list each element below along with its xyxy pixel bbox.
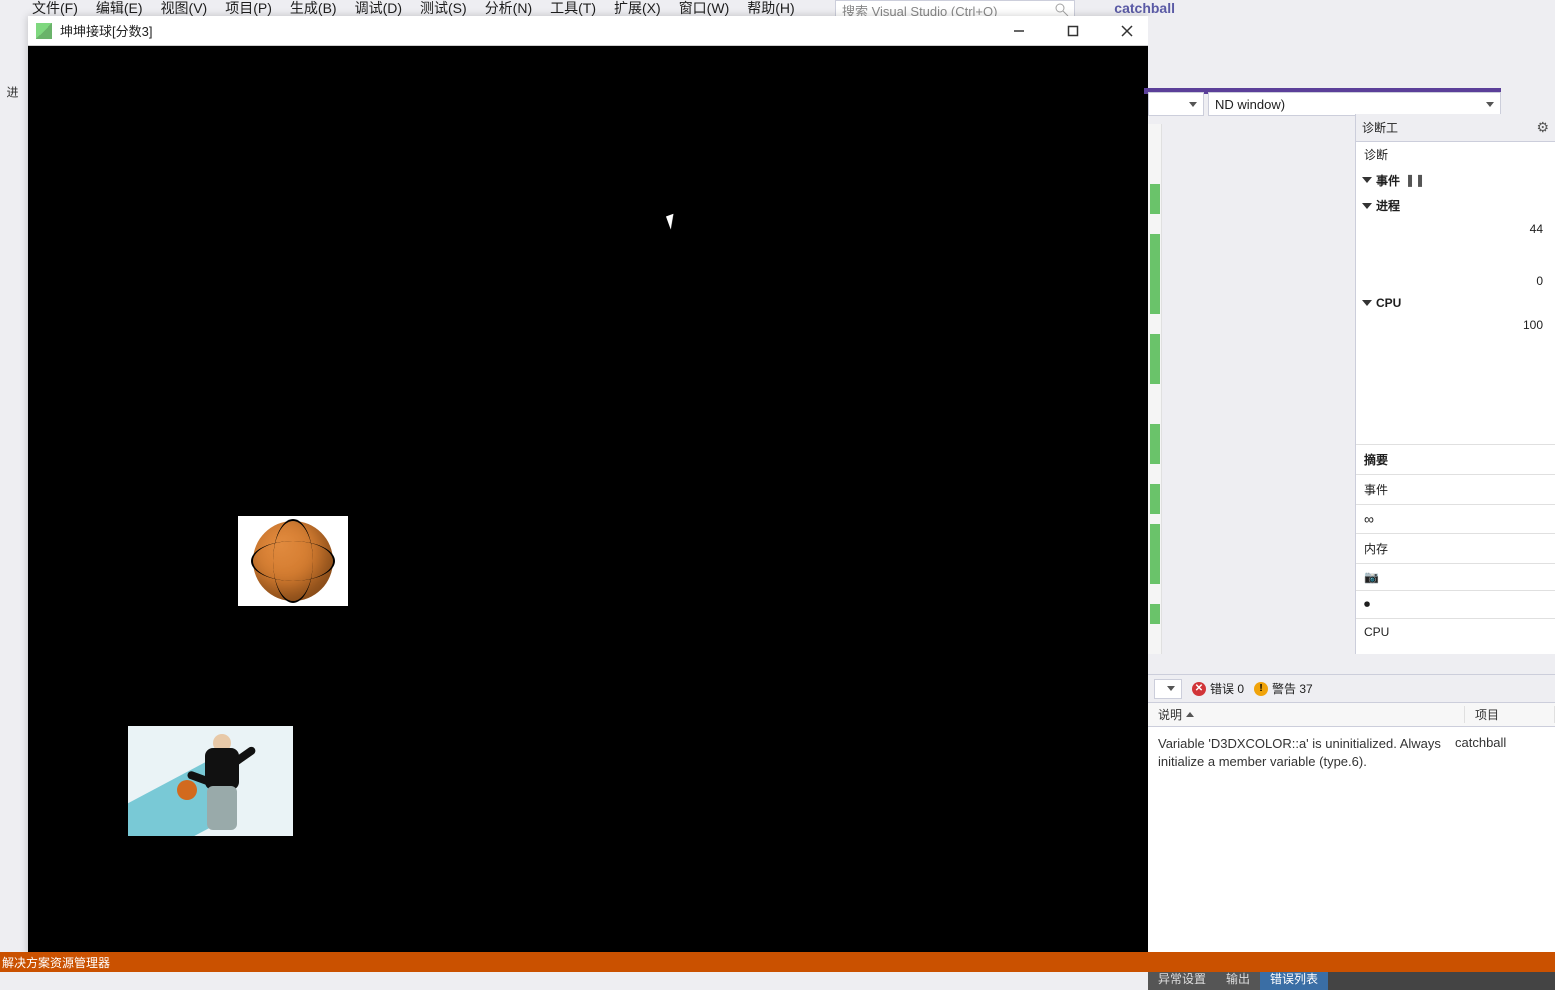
editor-vertical-scrollbar[interactable] (1148, 124, 1162, 654)
status-bar: 解决方案资源管理器 (0, 952, 1555, 972)
right-panels: ND window) 诊断工 ⚙ 诊断 事件 ❚❚ 进程 44 (1148, 16, 1555, 972)
chevron-down-icon (1167, 686, 1175, 691)
scope-text: ND window) (1215, 97, 1285, 112)
errors-filter[interactable]: ✕ 错误 0 (1192, 680, 1244, 697)
error-source-dropdown[interactable] (1154, 679, 1182, 699)
left-dock: 进 (0, 16, 28, 972)
process-value: 44 (1530, 222, 1547, 236)
col-description[interactable]: 说明 (1148, 706, 1465, 723)
camera-icon: 📷 (1364, 570, 1379, 584)
game-titlebar[interactable]: 坤坤接球[分数3] (28, 16, 1148, 46)
error-list-row[interactable]: Variable 'D3DXCOLOR::a' is uninitialized… (1148, 727, 1555, 779)
left-run-label: 进 (4, 86, 21, 98)
diag-tab-capture[interactable]: 📷 (1356, 563, 1555, 590)
diagnostics-cpu-row[interactable]: CPU (1356, 292, 1555, 314)
expand-icon (1362, 177, 1372, 183)
expand-icon (1362, 203, 1372, 209)
mouse-cursor-icon (666, 212, 682, 229)
infinity-icon: ∞ (1364, 511, 1374, 527)
record-icon: ⏺ (1364, 597, 1370, 612)
game-title: 坤坤接球[分数3] (60, 21, 152, 40)
close-button[interactable] (1114, 21, 1140, 41)
basketball-sprite (238, 516, 348, 606)
warning-icon: ! (1254, 682, 1268, 696)
game-window: 坤坤接球[分数3] (28, 16, 1148, 956)
maximize-button[interactable] (1060, 21, 1086, 41)
diagnostics-session-text: 诊断 (1364, 146, 1388, 163)
pause-icon[interactable]: ❚❚ (1406, 171, 1424, 189)
diagnostics-panel: 诊断工 ⚙ 诊断 事件 ❚❚ 进程 44 0 CPU 100 摘要 事件 ∞ 内… (1355, 114, 1555, 654)
error-list-filterbar: ✕ 错误 0 ! 警告 37 (1148, 675, 1555, 703)
chevron-down-icon (1486, 102, 1494, 107)
chevron-down-icon (1189, 102, 1197, 107)
gear-icon[interactable]: ⚙ (1536, 119, 1549, 136)
diag-tab-events[interactable]: 事件 (1356, 474, 1555, 504)
diag-tab-cpu[interactable]: CPU (1356, 618, 1555, 645)
diagnostics-session-label: 诊断 (1356, 142, 1555, 167)
process-zero: 0 (1536, 274, 1547, 288)
diagnostics-title: 诊断工 (1362, 119, 1398, 136)
menu-bar: 文件(F) 编辑(E) 视图(V) 项目(P) 生成(B) 调试(D) 测试(S… (0, 0, 1555, 16)
error-message: Variable 'D3DXCOLOR::a' is uninitialized… (1158, 735, 1443, 771)
diagnostics-header[interactable]: 诊断工 ⚙ (1356, 114, 1555, 142)
diagnostics-process-row[interactable]: 进程 (1356, 193, 1555, 218)
status-bar-text: 解决方案资源管理器 (2, 954, 110, 971)
game-app-icon (36, 23, 52, 39)
scope-dropdown[interactable]: ND window) (1208, 92, 1501, 116)
diag-tab-summary[interactable]: 摘要 (1356, 444, 1555, 474)
game-client-area[interactable] (28, 46, 1148, 956)
scope-dropdown-left[interactable] (1148, 92, 1204, 116)
solution-name: catchball (1114, 0, 1175, 16)
errors-count: 错误 0 (1210, 680, 1244, 697)
minimize-button[interactable] (1006, 21, 1032, 41)
diagnostics-events-row[interactable]: 事件 ❚❚ (1356, 167, 1555, 193)
warnings-count: 警告 37 (1272, 680, 1313, 697)
cpu-label: CPU (1376, 296, 1401, 310)
diag-tab-memory[interactable]: 内存 (1356, 533, 1555, 563)
col-project-label: 项目 (1475, 706, 1499, 723)
error-list-panel: ✕ 错误 0 ! 警告 37 说明 项目 Variable 'D3DXCOLOR… (1148, 674, 1555, 972)
warnings-filter[interactable]: ! 警告 37 (1254, 680, 1313, 697)
process-label: 进程 (1376, 197, 1400, 214)
sort-asc-icon (1186, 712, 1194, 717)
diag-tab-snapshot[interactable]: ∞ (1356, 504, 1555, 533)
code-navigation-bar: ND window) (1148, 16, 1555, 106)
events-label: 事件 (1376, 172, 1400, 189)
diag-tab-record[interactable]: ⏺ (1356, 590, 1555, 618)
error-list-columns: 说明 项目 (1148, 703, 1555, 727)
player-sprite (128, 726, 293, 836)
col-description-label: 说明 (1158, 706, 1182, 723)
expand-icon (1362, 300, 1372, 306)
error-icon: ✕ (1192, 682, 1206, 696)
error-project: catchball (1455, 735, 1545, 771)
col-project[interactable]: 项目 (1465, 706, 1555, 723)
cpu-value: 100 (1523, 318, 1547, 332)
